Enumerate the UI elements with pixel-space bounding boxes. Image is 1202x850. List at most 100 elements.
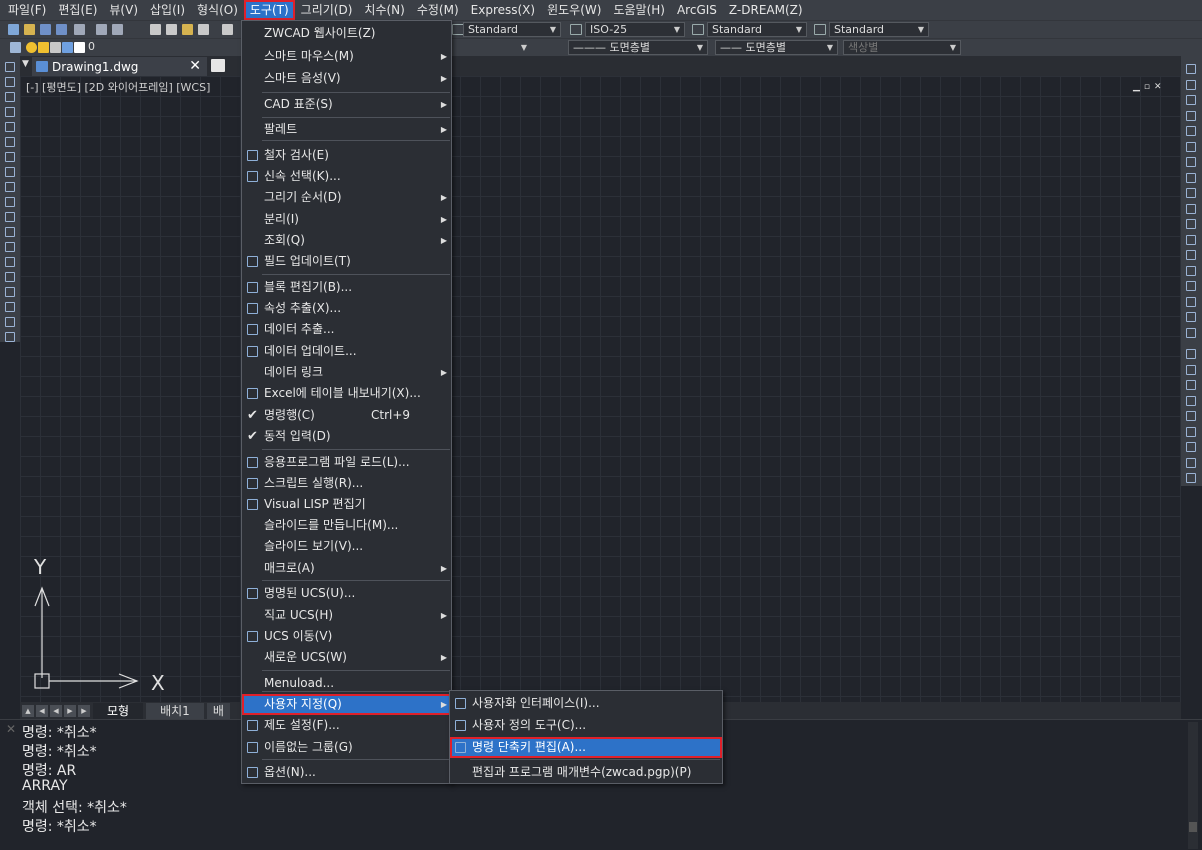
annotation-front-tool-icon[interactable]	[1186, 442, 1196, 452]
move-tool-icon[interactable]	[1186, 141, 1196, 152]
rectangle-tool-icon[interactable]	[5, 122, 15, 132]
multileader-style-combo[interactable]: Standard ▼	[829, 22, 929, 37]
layer-freeze-icon[interactable]	[38, 42, 49, 53]
tools-menu-item[interactable]: 그리기 순서(D) ▶	[242, 187, 451, 208]
tab-model[interactable]: 모형	[93, 702, 144, 719]
polygon-tool-icon[interactable]	[5, 107, 15, 117]
menu-view[interactable]: 뷰(V)	[103, 0, 144, 20]
gradient-tool-icon[interactable]	[5, 287, 15, 297]
stretch-tool-icon[interactable]	[1186, 188, 1196, 198]
text-style-combo[interactable]: Standard ▼	[463, 22, 561, 37]
array-tool-icon[interactable]	[1186, 126, 1196, 136]
revision-cloud-tool-icon[interactable]	[5, 167, 15, 177]
tools-menu-item[interactable]: 철자 검사(E)	[242, 145, 451, 166]
properties-tool-icon[interactable]	[1186, 327, 1196, 338]
menu-help[interactable]: 도움말(H)	[607, 0, 671, 20]
publish-icon[interactable]	[112, 24, 123, 35]
next-layout-icon[interactable]: ▶	[64, 704, 76, 717]
mirror-tool-icon[interactable]	[1186, 95, 1196, 105]
tab-list-icon[interactable]: ▼	[22, 59, 29, 69]
tools-menu-item[interactable]: 스마트 마우스(M) ▶	[242, 46, 451, 67]
tools-menu-item[interactable]: 사용자 지정(Q) ▶	[242, 694, 451, 715]
trim-tool-icon[interactable]	[1186, 203, 1196, 214]
tools-menu-item[interactable]: 슬라이드를 만듭니다(M)...	[242, 515, 451, 536]
lineweight-combo[interactable]: —— 도면층별 ▼	[715, 40, 838, 55]
hatch-tool-icon[interactable]	[5, 272, 15, 282]
insert-block-tool-icon[interactable]	[5, 227, 15, 237]
ellipse-arc-tool-icon[interactable]	[5, 212, 15, 222]
tools-menu-item[interactable]: ZWCAD 웹사이트(Z)	[242, 23, 451, 44]
drawing-canvas[interactable]	[20, 76, 1181, 702]
tools-menu-item[interactable]: 속성 추출(X)...	[242, 298, 451, 319]
tools-menu-item[interactable]: UCS 이동(V)	[242, 626, 451, 647]
tools-menu-item[interactable]: 새로운 UCS(W) ▶	[242, 647, 451, 668]
tools-menu-item[interactable]: 데이터 링크 ▶	[242, 362, 451, 383]
region-tool-icon[interactable]	[5, 302, 15, 312]
tools-menu-item[interactable]: 응용프로그램 파일 로드(L)...	[242, 452, 451, 473]
customize-submenu-item[interactable]: 사용자 정의 도구(C)...	[450, 715, 722, 736]
layer-manager-icon[interactable]	[10, 42, 21, 53]
prev-layout2-icon[interactable]: ◀	[50, 704, 62, 717]
tools-menu-item[interactable]: 스마트 음성(V) ▶	[242, 68, 451, 89]
tools-menu-item[interactable]: 신속 선택(K)...	[242, 166, 451, 187]
menu-draw[interactable]: 그리기(D)	[295, 0, 359, 20]
tools-menu-item[interactable]: 데이터 추출...	[242, 319, 451, 340]
layer-plot-icon[interactable]	[62, 42, 73, 53]
tools-menu-item[interactable]: 옵션(N)...	[242, 762, 451, 783]
print-icon[interactable]	[74, 24, 85, 35]
tools-menu-item[interactable]: CAD 표준(S) ▶	[242, 94, 451, 115]
point-tool-icon[interactable]	[5, 257, 15, 267]
tools-menu-item[interactable]: 매크로(A) ▶	[242, 558, 451, 579]
layer-name[interactable]: 0	[88, 40, 95, 53]
mtext-tool-icon[interactable]	[5, 332, 15, 342]
extend-tool-icon[interactable]	[1186, 219, 1196, 229]
break-tool-icon[interactable]	[1186, 250, 1196, 260]
layer-combo-arrow[interactable]: ▼	[452, 40, 532, 55]
explode-tool-icon[interactable]	[1186, 312, 1196, 322]
tab-layout1[interactable]: 배치1	[146, 702, 204, 719]
tools-menu-item[interactable]: 블록 편집기(B)...	[242, 277, 451, 298]
circle-tool-icon[interactable]	[5, 152, 15, 162]
tools-menu-item[interactable]: 필드 업데이트(T)	[242, 251, 451, 272]
dim-front-tool-icon[interactable]	[1186, 426, 1196, 437]
copy-icon[interactable]	[166, 24, 177, 35]
line-tool-icon[interactable]	[5, 62, 15, 72]
arc-2-tool-icon[interactable]	[5, 137, 15, 147]
command-scrollbar[interactable]	[1188, 722, 1198, 849]
hatch-back-tool-icon[interactable]	[1186, 457, 1196, 468]
break-point-tool-icon[interactable]	[1186, 234, 1196, 245]
layer-color-icon[interactable]	[74, 42, 85, 53]
menu-zdream[interactable]: Z-DREAM(Z)	[723, 0, 809, 20]
erase-tool-icon[interactable]	[1186, 64, 1196, 74]
menu-modify[interactable]: 수정(M)	[411, 0, 465, 20]
text-front-tool-icon[interactable]	[1186, 411, 1196, 421]
close-command-line-icon[interactable]: ✕	[6, 722, 16, 736]
viewport-label[interactable]: [-] [평면도] [2D 와이어프레임] [WCS]	[26, 79, 210, 95]
copy-tool-icon[interactable]	[1186, 79, 1196, 90]
draw-order-back-tool-icon[interactable]	[1186, 364, 1196, 375]
scale-tool-icon[interactable]	[1186, 172, 1196, 183]
paste-icon[interactable]	[182, 24, 193, 35]
plot-preview-icon[interactable]	[96, 24, 107, 35]
menu-tools[interactable]: 도구(T)	[243, 0, 295, 20]
tab-layout2[interactable]: 배	[206, 702, 230, 719]
tools-menu-item[interactable]: 직교 UCS(H) ▶	[242, 605, 451, 626]
last-layout-icon[interactable]: ▶	[78, 704, 90, 717]
linetype-combo[interactable]: ——— 도면층별 ▼	[568, 40, 708, 55]
menu-file[interactable]: 파일(F)	[2, 0, 52, 20]
layer-on-icon[interactable]	[26, 42, 37, 53]
tools-menu-item[interactable]: 스크립트 실행(R)...	[242, 473, 451, 494]
customize-submenu-item[interactable]: 사용자화 인터페이스(I)...	[450, 693, 722, 714]
match-properties-icon[interactable]	[198, 24, 209, 35]
tools-menu-item[interactable]: 분리(I) ▶	[242, 209, 451, 230]
tools-menu-item[interactable]: Excel에 테이블 내보내기(X)...	[242, 383, 451, 404]
new-tab-icon[interactable]	[211, 59, 225, 72]
tools-menu-item[interactable]: Menuload...	[242, 673, 451, 694]
undo-icon[interactable]	[222, 24, 233, 35]
customize-submenu-item[interactable]: 편집과 프로그램 매개변수(zwcad.pgp)(P)	[450, 762, 722, 783]
customize-submenu-item[interactable]: 명령 단축키 편집(A)...	[450, 737, 722, 758]
menu-insert[interactable]: 삽입(I)	[144, 0, 191, 20]
layer-lock-icon[interactable]	[50, 42, 61, 53]
save-icon[interactable]	[40, 24, 51, 35]
menu-edit[interactable]: 편집(E)	[52, 0, 103, 20]
